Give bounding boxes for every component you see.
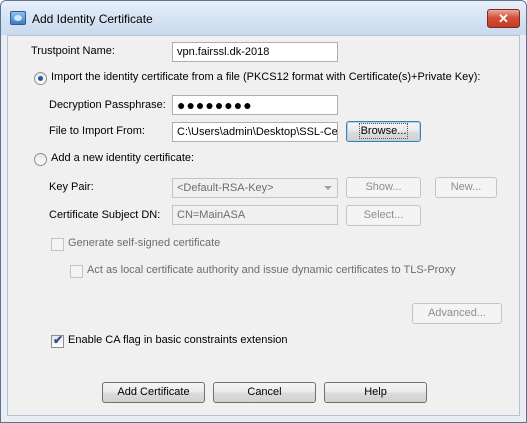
trustpoint-name-label: Trustpoint Name: — [31, 45, 115, 57]
new-certificate-radio[interactable] — [34, 153, 47, 166]
browse-button[interactable]: Browse... — [346, 121, 421, 142]
import-file-radio-label[interactable]: Import the identity certificate from a f… — [51, 71, 480, 83]
help-button[interactable]: Help — [324, 382, 427, 403]
local-ca-label: Act as local certificate authority and i… — [87, 264, 456, 276]
decryption-passphrase-label: Decryption Passphrase: — [49, 99, 166, 111]
dialog-window: Add Identity Certificate ✕ Trustpoint Na… — [0, 0, 527, 423]
cancel-button[interactable]: Cancel — [213, 382, 316, 403]
title-bar[interactable]: Add Identity Certificate ✕ — [1, 1, 526, 35]
show-button[interactable]: Show... — [346, 177, 421, 198]
ca-flag-checkbox[interactable]: ✔ — [51, 333, 64, 348]
local-ca-checkbox[interactable] — [70, 265, 83, 278]
key-pair-label: Key Pair: — [49, 181, 94, 193]
certificate-app-icon — [10, 11, 26, 25]
dialog-content: Trustpoint Name: vpn.fairssl.dk-2018 Imp… — [7, 35, 520, 416]
ca-flag-label[interactable]: Enable CA flag in basic constraints exte… — [68, 334, 288, 346]
close-button[interactable]: ✕ — [487, 9, 520, 28]
new-certificate-radio-label[interactable]: Add a new identity certificate: — [51, 152, 194, 164]
self-signed-label: Generate self-signed certificate — [68, 237, 221, 249]
window-title: Add Identity Certificate — [32, 12, 153, 26]
file-to-import-label: File to Import From: — [49, 125, 145, 137]
import-file-radio[interactable] — [34, 72, 47, 85]
subject-dn-label: Certificate Subject DN: — [49, 209, 161, 221]
chevron-down-icon — [324, 186, 332, 190]
trustpoint-name-input[interactable]: vpn.fairssl.dk-2018 — [172, 42, 338, 62]
browse-button-label: Browse... — [358, 123, 409, 139]
select-subject-button[interactable]: Select... — [346, 205, 421, 226]
key-pair-select[interactable]: <Default-RSA-Key> — [172, 178, 338, 198]
advanced-button[interactable]: Advanced... — [412, 303, 502, 324]
self-signed-checkbox[interactable] — [51, 238, 64, 251]
subject-dn-input[interactable]: CN=MainASA — [172, 205, 338, 225]
add-certificate-button[interactable]: Add Certificate — [102, 382, 205, 403]
checkmark-icon: ✔ — [53, 333, 64, 347]
decryption-passphrase-input[interactable]: ●●●●●●●● — [172, 95, 338, 115]
key-pair-value: <Default-RSA-Key> — [177, 182, 274, 194]
new-key-pair-button[interactable]: New... — [435, 177, 497, 198]
import-file-radio-dot — [38, 76, 43, 81]
file-path-input[interactable]: C:\Users\admin\Desktop\SSL-Certificate — [172, 122, 338, 142]
